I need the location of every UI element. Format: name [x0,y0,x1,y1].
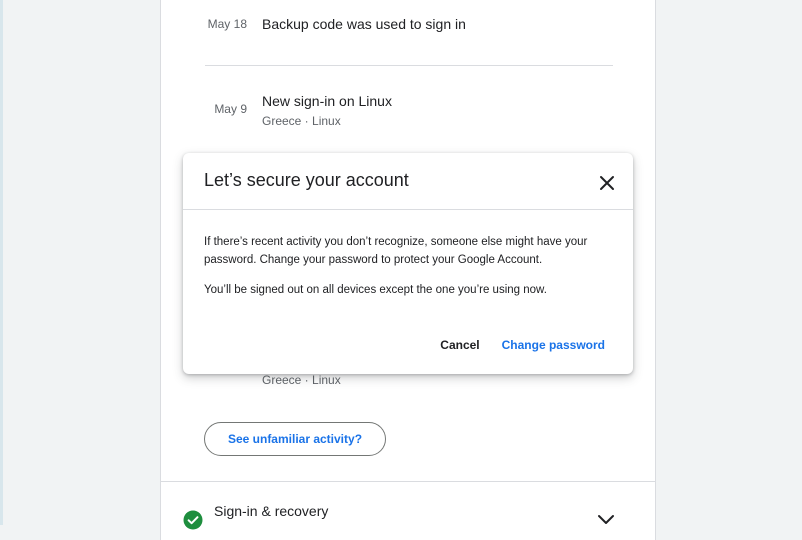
dialog-title: Let’s secure your account [204,170,409,190]
dialog-divider [183,209,633,210]
change-password-button[interactable]: Change password [502,338,605,352]
cancel-button[interactable]: Cancel [440,338,479,352]
dialog-note: You’ll be signed out on all devices exce… [204,284,547,296]
secure-account-dialog: Let’s secure your account If there’s rec… [183,153,633,374]
dialog-body: If there’s recent activity you don’t rec… [204,233,614,299]
dialog-message: If there’s recent activity you don’t rec… [204,236,588,266]
close-icon [600,176,614,190]
close-button[interactable] [595,171,619,195]
dialog-actions: Cancel Change password [440,338,605,352]
